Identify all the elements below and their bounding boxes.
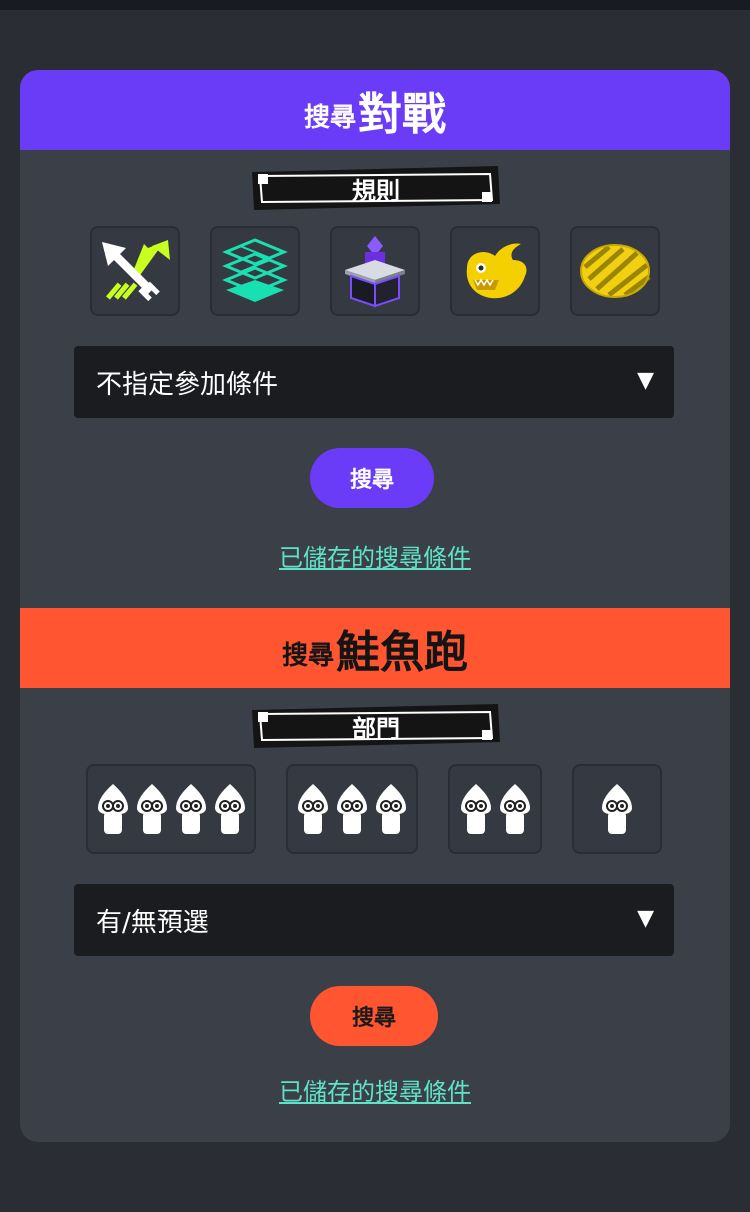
rule-splat-zones[interactable]	[210, 226, 300, 316]
salmon-preset-select[interactable]: 有/無預選 ▼	[74, 884, 674, 956]
mode-four-players[interactable]	[86, 764, 256, 854]
rule-turf-war[interactable]	[90, 226, 180, 316]
turf-war-icon	[102, 240, 170, 302]
rainmaker-icon	[466, 243, 527, 299]
battle-saved-conditions-link[interactable]: 已儲存的搜尋條件	[20, 538, 730, 573]
salmon-header-small: 搜尋	[281, 640, 334, 671]
battle-select-value: 不指定參加條件	[96, 369, 279, 400]
rules-label: 規則	[352, 176, 400, 205]
squid-player-icon	[499, 784, 530, 834]
top-bar	[0, 0, 750, 10]
rule-clam-blitz[interactable]	[570, 226, 660, 316]
battle-header: 搜尋 對戰	[20, 70, 730, 150]
splat-zones-icon	[222, 238, 288, 302]
mode-label-banner: 部門	[250, 704, 502, 748]
rule-tower-control[interactable]	[330, 226, 420, 316]
squid-player-icon	[337, 784, 367, 834]
salmon-select-value: 有/無預選	[96, 907, 209, 938]
rule-rainmaker[interactable]	[450, 226, 540, 316]
squid-player-icon	[214, 784, 245, 834]
salmon-header-title: 鮭魚跑	[336, 627, 468, 678]
chevron-down-icon: ▼	[637, 906, 654, 931]
squid-player-icon	[602, 784, 632, 834]
squid-player-icon	[136, 784, 167, 834]
squid-player-icon	[298, 784, 328, 834]
squid-player-icon	[175, 784, 206, 834]
squid-player-icon	[376, 784, 406, 834]
chevron-down-icon: ▼	[637, 368, 654, 393]
mode-two-players[interactable]	[448, 764, 542, 854]
mode-label: 部門	[352, 714, 400, 743]
salmon-saved-conditions-link[interactable]: 已儲存的搜尋條件	[20, 1072, 730, 1107]
battle-condition-select[interactable]: 不指定參加條件 ▼	[74, 346, 674, 418]
battle-header-small: 搜尋	[303, 102, 356, 133]
salmon-search-button[interactable]: 搜尋	[310, 986, 438, 1046]
mode-three-players[interactable]	[286, 764, 418, 854]
squid-player-icon	[460, 784, 491, 834]
battle-search-button[interactable]: 搜尋	[310, 448, 434, 508]
tower-control-icon	[345, 236, 405, 308]
salmon-header: 搜尋 鮭魚跑	[20, 608, 730, 688]
clam-blitz-icon	[580, 244, 651, 298]
rules-label-banner: 規則	[250, 166, 502, 210]
search-card: 搜尋 對戰 規則 不指定參加條件 ▼ 搜尋 已儲存的搜尋條件 搜尋 鮭魚跑 部門…	[20, 70, 730, 1142]
battle-header-title: 對戰	[358, 89, 446, 140]
mode-one-player[interactable]	[572, 764, 662, 854]
squid-player-icon	[97, 784, 128, 834]
